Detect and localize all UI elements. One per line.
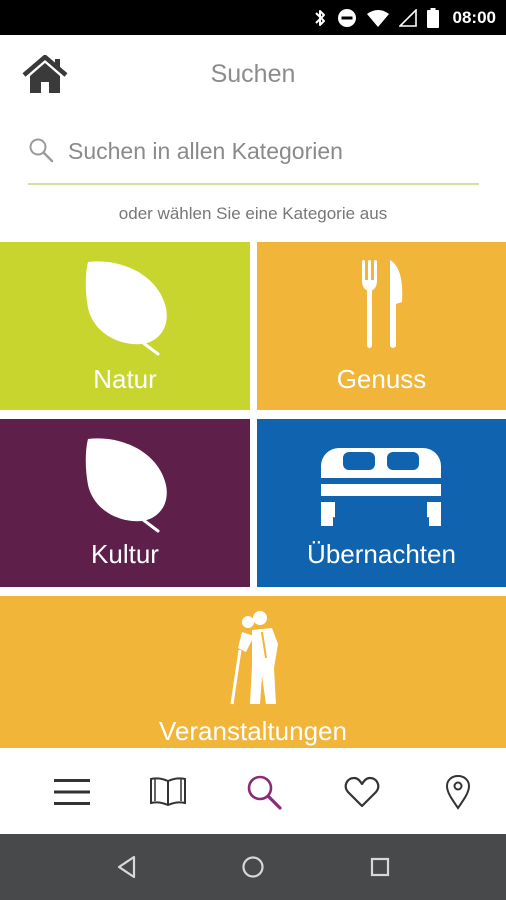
system-navigation-bar — [0, 834, 506, 900]
search-bar[interactable] — [28, 125, 479, 185]
back-icon[interactable] — [114, 854, 140, 880]
fork-knife-icon — [362, 260, 403, 348]
bluetooth-icon — [314, 9, 325, 26]
category-tile-uebernachten[interactable]: Übernachten — [257, 419, 506, 587]
leaf-icon — [85, 261, 167, 356]
book-icon — [150, 777, 186, 807]
bed-icon — [321, 448, 441, 526]
category-tile-genuss[interactable]: Genuss — [257, 242, 506, 410]
bottom-navigation — [0, 748, 506, 834]
page-title: Suchen — [210, 60, 296, 88]
category-tile-natur[interactable]: Natur — [0, 242, 250, 410]
dancing-couple-icon — [230, 611, 278, 705]
category-label: Kultur — [91, 539, 159, 569]
header: Suchen — [0, 35, 506, 115]
location-pin-icon — [445, 774, 471, 810]
nav-menu[interactable] — [52, 772, 92, 812]
menu-icon — [54, 779, 90, 805]
home-circle-icon[interactable] — [240, 854, 266, 880]
recents-icon[interactable] — [367, 854, 393, 880]
battery-icon — [426, 7, 439, 28]
wifi-icon — [366, 9, 389, 27]
heart-icon — [344, 776, 380, 808]
nav-search[interactable] — [244, 772, 284, 812]
nav-favorites[interactable] — [342, 772, 382, 812]
leaf-icon — [85, 438, 167, 533]
nav-book[interactable] — [148, 772, 188, 812]
status-time: 08:00 — [452, 7, 496, 27]
category-label: Übernachten — [307, 539, 456, 569]
category-label: Veranstaltungen — [159, 716, 347, 746]
category-label: Genuss — [336, 364, 427, 394]
search-input[interactable] — [68, 131, 468, 171]
category-label: Natur — [93, 364, 157, 394]
category-tile-kultur[interactable]: Kultur — [0, 419, 250, 587]
search-icon — [29, 138, 54, 163]
nav-location[interactable] — [438, 772, 478, 812]
status-icons: 08:00 — [313, 0, 496, 35]
search-icon — [247, 775, 282, 810]
signal-icon — [398, 8, 417, 27]
do-not-disturb-icon — [337, 8, 356, 27]
status-bar: 08:00 — [0, 0, 506, 35]
category-hint: oder wählen Sie eine Kategorie aus — [118, 204, 388, 223]
category-tile-veranstaltungen[interactable]: Veranstaltungen — [0, 596, 506, 748]
